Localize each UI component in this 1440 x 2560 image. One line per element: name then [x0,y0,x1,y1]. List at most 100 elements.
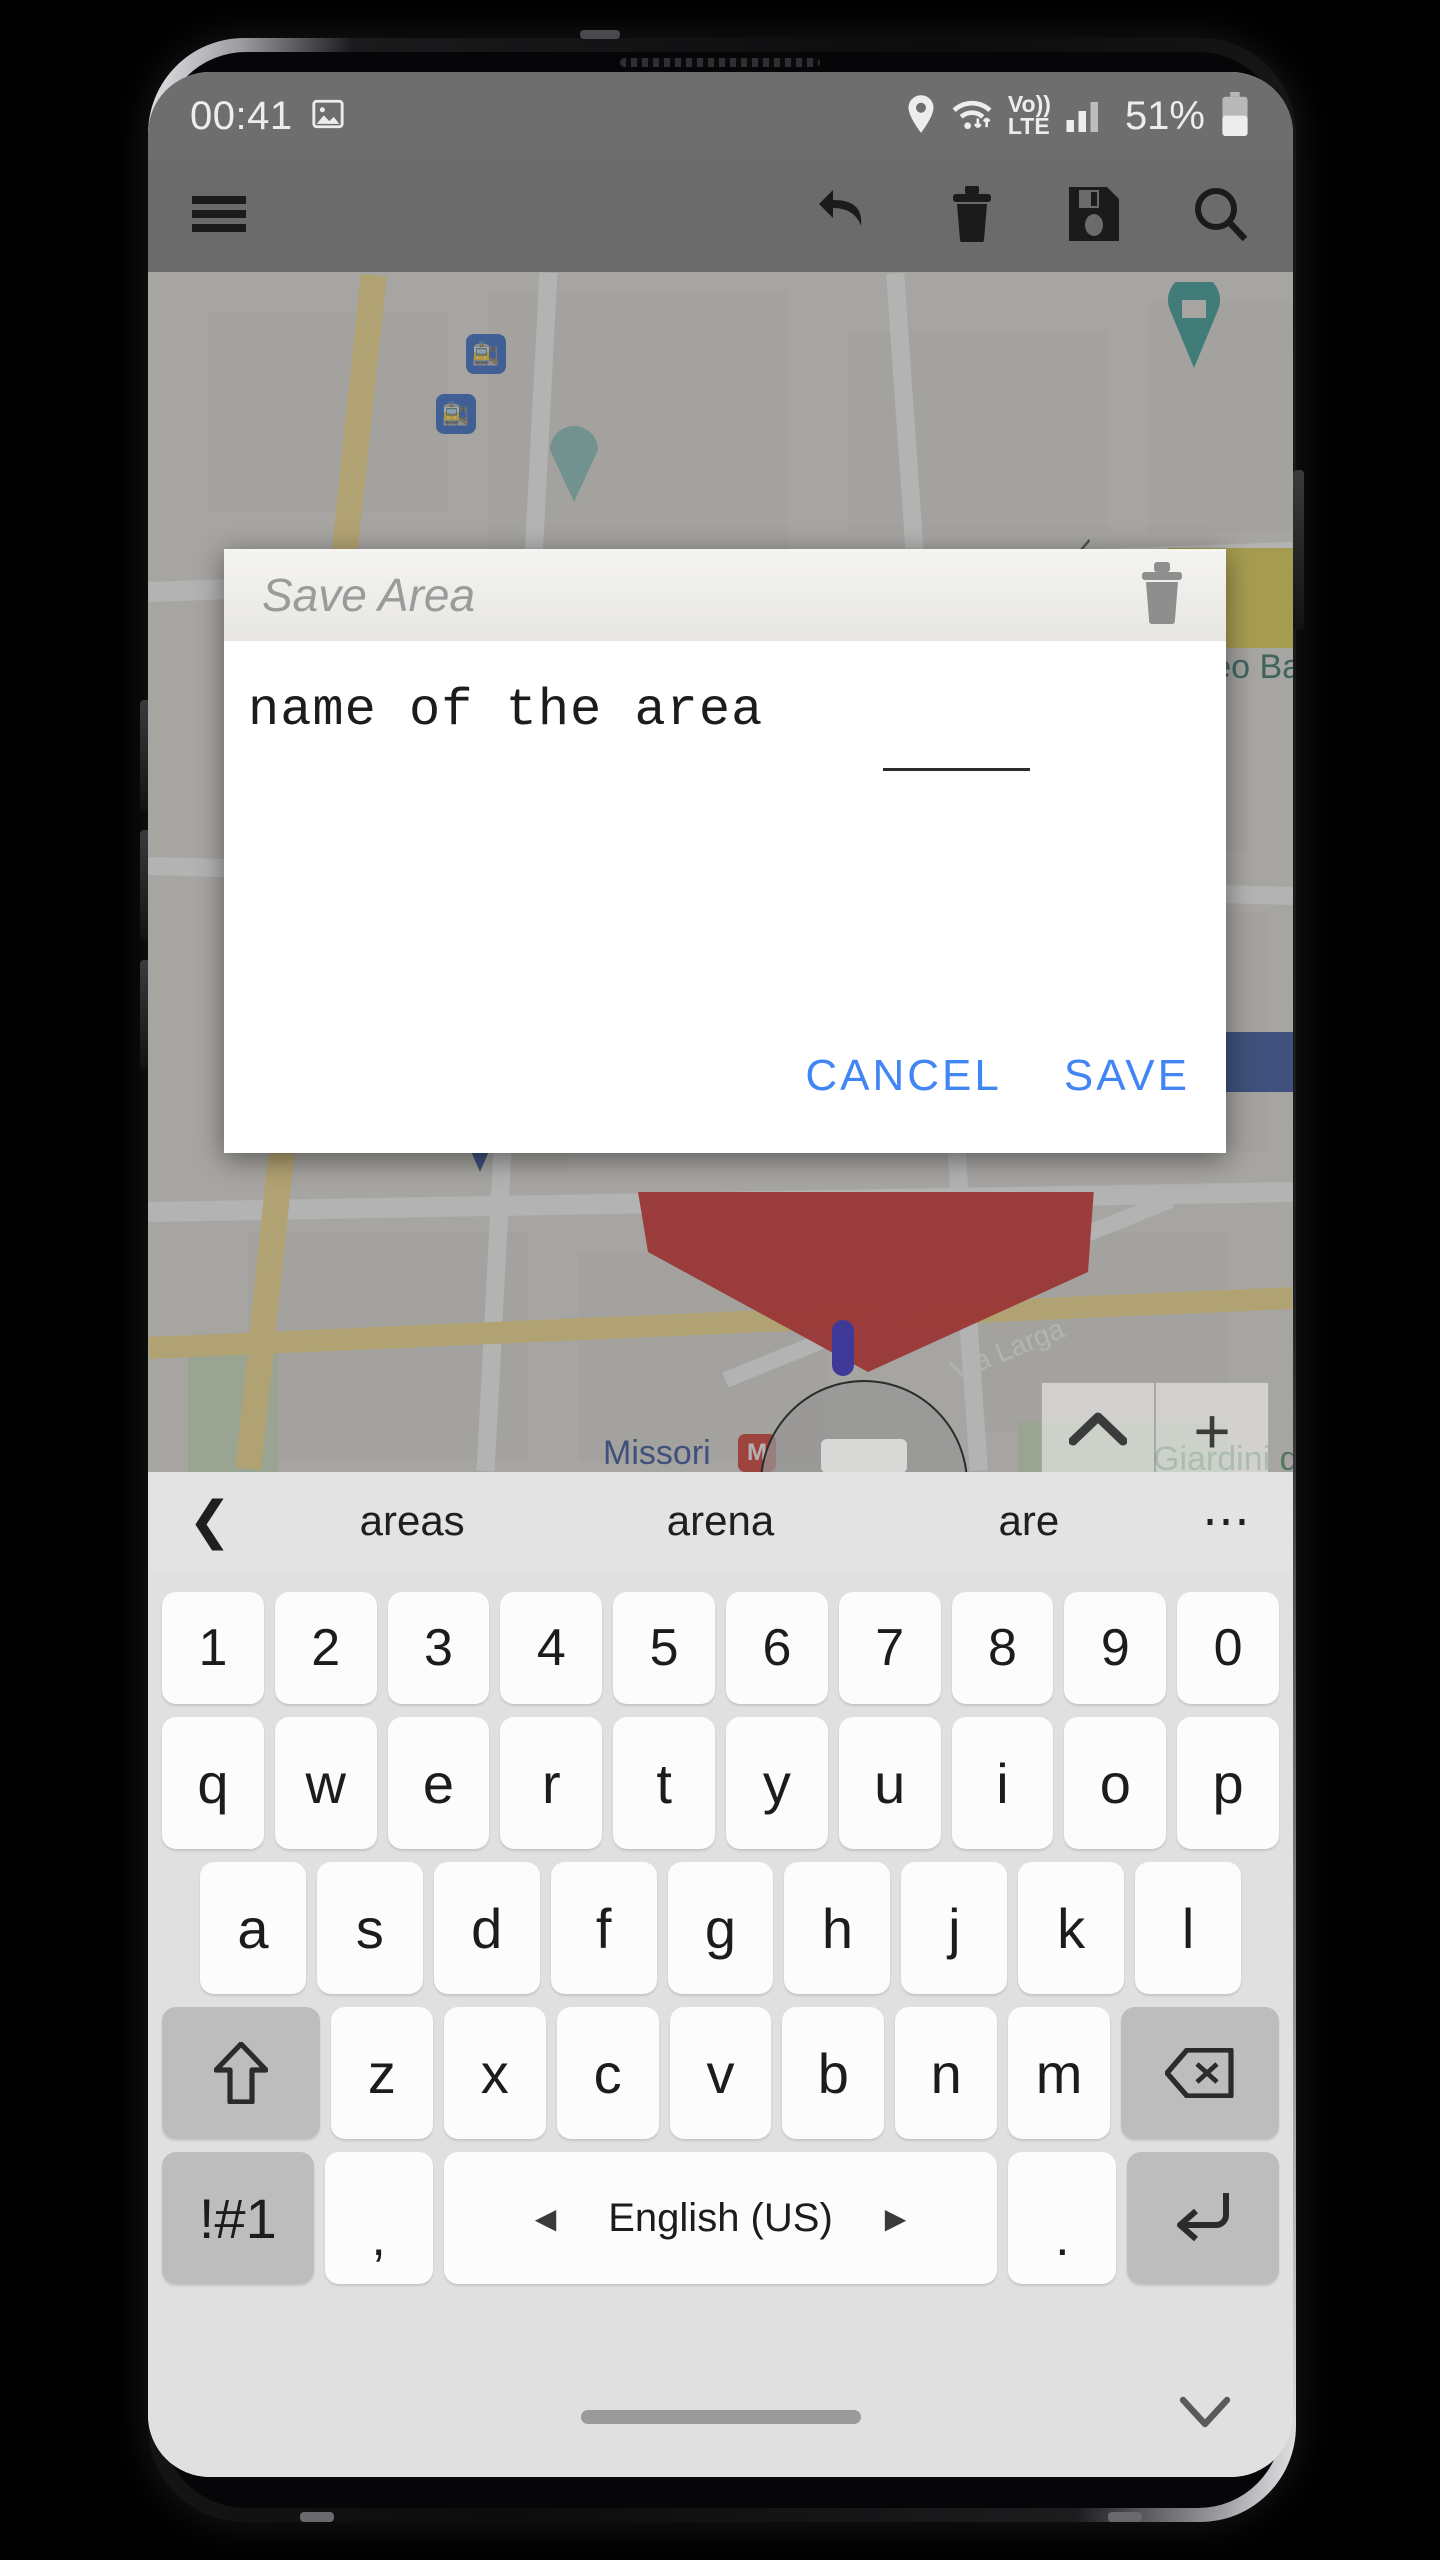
key-u[interactable]: u [838,1717,941,1849]
key-9[interactable]: 9 [1064,1592,1167,1704]
key-b[interactable]: b [782,2007,885,2139]
space-language-label: English (US) [608,2195,833,2240]
key-a[interactable]: a [200,1862,306,1994]
symbols-key[interactable]: !#1 [162,2152,314,2284]
dialog-action-bar: CANCEL SAVE [805,1051,1190,1101]
keyboard-row-bottom-letters: z x c v b n m [148,2007,1293,2139]
toolbar-actions [819,185,1249,247]
signal-bars-icon [1065,96,1107,137]
key-i[interactable]: i [951,1717,1054,1849]
app-toolbar [148,160,1293,272]
key-y[interactable]: y [726,1717,828,1849]
frame-antenna-top [580,30,620,39]
dialog-title: Save Area [262,569,476,621]
backspace-icon[interactable] [1121,2007,1279,2139]
area-name-input[interactable] [248,681,1202,740]
triangle-right-icon[interactable]: ▶ [885,2202,907,2235]
location-pin-icon [906,94,936,138]
status-clock: 00:41 [190,93,293,138]
key-x[interactable]: x [443,2007,546,2139]
undo-icon[interactable] [819,188,875,245]
floppy-disk-save-icon[interactable] [1069,186,1119,246]
dialog-trash-icon[interactable] [1136,561,1188,629]
suggestion-chip[interactable]: arena [566,1497,874,1545]
key-0[interactable]: 0 [1177,1592,1279,1704]
key-m[interactable]: m [1008,2007,1111,2139]
key-c[interactable]: c [556,2007,659,2139]
battery-icon [1219,91,1251,141]
key-z[interactable]: z [330,2007,433,2139]
key-q[interactable]: q [162,1717,264,1849]
dialog-body: CANCEL SAVE [224,641,1226,1153]
status-bar: 00:41 Vo)) LTE 51% [148,72,1293,160]
key-2[interactable]: 2 [274,1592,377,1704]
volte-icon: Vo)) LTE [1007,91,1051,139]
status-bar-right: Vo)) LTE 51% [906,91,1251,141]
suggestion-bar: ❮ areas arena are ⋯ [148,1472,1293,1570]
key-6[interactable]: 6 [726,1592,828,1704]
save-button[interactable]: SAVE [1064,1051,1190,1101]
zoom-controls: + − [1155,1382,1269,1472]
triangle-left-icon[interactable]: ◀ [535,2202,557,2235]
keyboard-row-space: !#1 , ◀ English (US) ▶ . [148,2152,1293,2284]
key-v[interactable]: v [669,2007,772,2139]
chevron-left-icon[interactable]: ❮ [188,1491,258,1551]
key-k[interactable]: k [1018,1862,1125,1994]
key-7[interactable]: 7 [838,1592,941,1704]
fab-bar-top [821,1439,907,1472]
comma-key[interactable]: , [324,2152,433,2284]
key-e[interactable]: e [387,1717,490,1849]
key-s[interactable]: s [316,1862,423,1994]
power-button[interactable] [1293,470,1304,630]
suggestion-chip[interactable]: areas [258,1497,566,1545]
keyboard-row-home: a s d f g h j k l [148,1862,1293,1994]
key-5[interactable]: 5 [613,1592,715,1704]
key-n[interactable]: n [895,2007,998,2139]
home-indicator[interactable] [580,2410,861,2424]
status-bar-left: 00:41 [190,94,345,139]
zoom-in-button[interactable]: + [1156,1383,1268,1472]
tilt-controls [1041,1382,1155,1472]
key-j[interactable]: j [901,1862,1008,1994]
key-o[interactable]: o [1064,1717,1167,1849]
wifi-icon [950,95,994,138]
key-1[interactable]: 1 [162,1592,264,1704]
overflow-dots-icon[interactable]: ⋯ [1183,1493,1253,1549]
chevron-down-icon[interactable] [1179,2396,1231,2435]
key-r[interactable]: r [500,1717,603,1849]
keyboard-row-qwerty: q w e r t y u i o p [148,1717,1293,1849]
battery-percent-label: 51% [1124,93,1205,138]
suggestion-chip[interactable]: are [875,1497,1183,1545]
key-p[interactable]: p [1177,1717,1279,1849]
dialog-title-bar: Save Area [224,549,1226,641]
key-f[interactable]: f [550,1862,657,1994]
save-area-dialog: Save Area CANCEL SAVE [224,549,1226,1153]
enter-return-icon[interactable] [1127,2152,1280,2284]
key-g[interactable]: g [667,1862,774,1994]
hamburger-menu-icon[interactable] [192,194,246,239]
key-w[interactable]: w [274,1717,377,1849]
key-8[interactable]: 8 [951,1592,1054,1704]
keyboard-row-numbers: 1 2 3 4 5 6 7 8 9 0 [148,1592,1293,1704]
key-3[interactable]: 3 [387,1592,490,1704]
on-screen-keyboard: ❮ areas arena are ⋯ 1 2 3 4 5 6 7 8 9 0 … [148,1472,1293,2477]
tilt-up-button[interactable] [1042,1383,1154,1472]
frame-antenna-bottom-left [300,2512,334,2522]
composing-text-underline [883,768,1030,771]
shift-arrow-icon[interactable] [162,2007,320,2139]
key-4[interactable]: 4 [500,1592,603,1704]
space-key[interactable]: ◀ English (US) ▶ [443,2152,998,2284]
image-icon [311,97,345,136]
key-l[interactable]: l [1135,1862,1242,1994]
frame-antenna-bottom-right [1108,2512,1142,2522]
magnifier-search-icon[interactable] [1193,186,1249,247]
key-h[interactable]: h [784,1862,891,1994]
key-d[interactable]: d [433,1862,540,1994]
system-navigation-bar [148,2357,1293,2477]
period-key[interactable]: . [1008,2152,1117,2284]
map-zoom-controls: + − [1041,1382,1269,1472]
cancel-button[interactable]: CANCEL [805,1051,1002,1101]
trash-icon[interactable] [949,185,995,247]
key-t[interactable]: t [613,1717,715,1849]
earpiece-speaker [620,58,820,67]
